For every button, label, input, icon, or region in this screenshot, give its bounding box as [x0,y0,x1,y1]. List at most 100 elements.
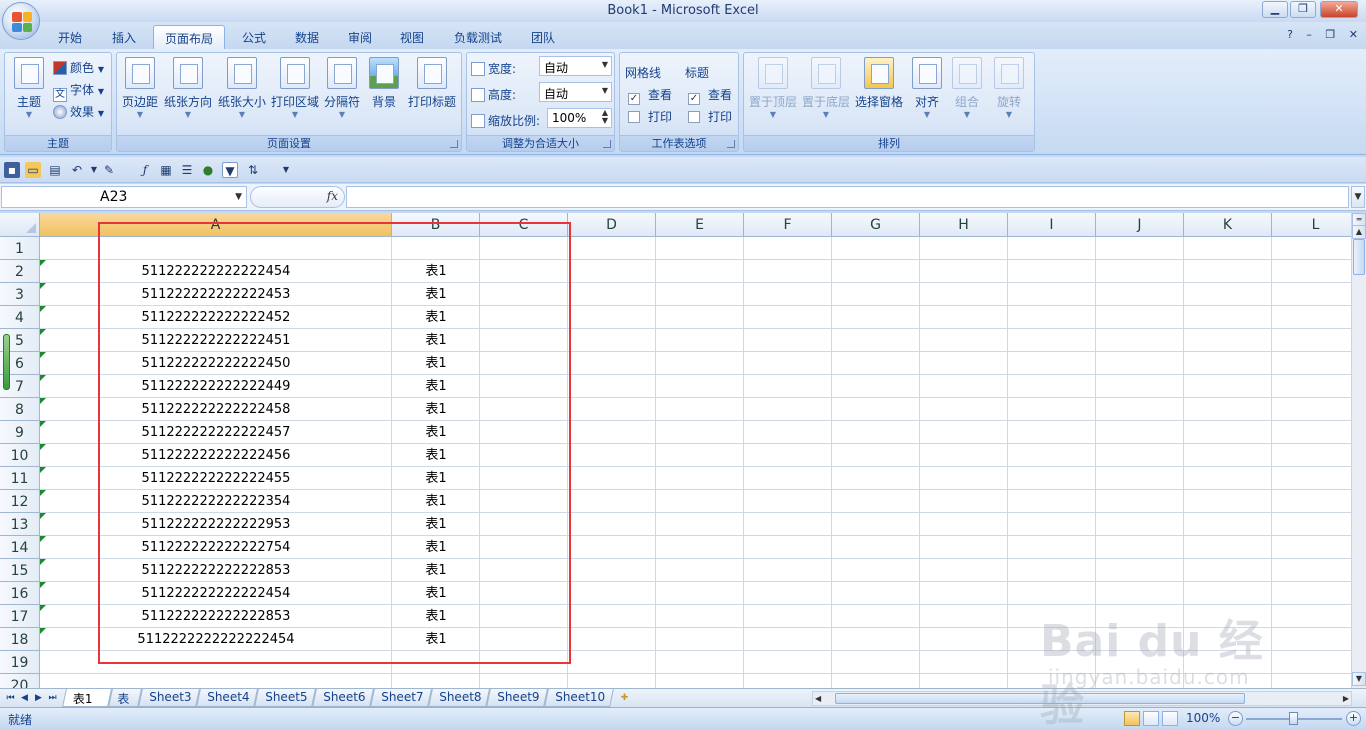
row-header[interactable]: 8 [0,398,40,421]
sheet-tab[interactable]: Sheet5 [254,689,316,707]
scroll-right-icon[interactable]: ▶ [1343,692,1349,705]
column-header-e[interactable]: E [656,213,744,237]
scroll-left-icon[interactable]: ◀ [815,692,821,705]
themes-button[interactable]: 主题 ▼ [9,57,49,119]
breaks-button[interactable]: 分隔符 ▼ [323,57,361,119]
tab-view[interactable]: 视图 [389,25,435,49]
cell-b5[interactable]: 表1 [392,329,480,352]
cell-b9[interactable]: 表1 [392,421,480,444]
cell-a19[interactable] [40,651,392,674]
row-header[interactable]: 3 [0,283,40,306]
cell-b13[interactable]: 表1 [392,513,480,536]
save-icon[interactable]: ▪ [4,162,20,178]
column-header-a[interactable]: A [40,213,392,237]
cell-a7[interactable]: 511222222222222449 [40,375,392,398]
cell-b17[interactable]: 表1 [392,605,480,628]
error-indicator-icon[interactable] [40,352,46,358]
close-button[interactable]: ✕ [1320,1,1358,18]
formula-input[interactable] [346,186,1349,208]
insert-function-icon[interactable]: fx [327,189,338,203]
print-preview-icon[interactable]: ▤ [47,162,63,178]
height-dropdown[interactable]: 自动 ▼ [539,82,612,102]
doc-restore-button[interactable]: ❐ [1325,28,1335,41]
cell-b3[interactable]: 表1 [392,283,480,306]
send-to-back-button[interactable]: 置于底层 ▼ [801,57,851,119]
tab-team[interactable]: 团队 [520,25,566,49]
vertical-scrollbar[interactable]: ═ ▲ ▼ [1351,213,1366,688]
row-header[interactable]: 10 [0,444,40,467]
row-header[interactable]: 18 [0,628,40,651]
format-painter-icon[interactable]: ✎ [101,162,117,178]
group-button[interactable]: 组合 ▼ [950,57,984,119]
column-header-b[interactable]: B [392,213,480,237]
tab-review[interactable]: 审阅 [337,25,383,49]
row-header[interactable]: 13 [0,513,40,536]
undo-icon[interactable]: ↶ [69,162,85,178]
sheet-options-launcher-icon[interactable] [727,140,735,148]
cell-a1[interactable] [40,237,392,260]
gridlines-print-checkbox[interactable]: 打印 [628,108,672,125]
cell-a10[interactable]: 511222222222222456 [40,444,392,467]
cell-a2[interactable]: 511222222222222454 [40,260,392,283]
cell-a14[interactable]: 511222222222222754 [40,536,392,559]
column-header-c[interactable]: C [480,213,568,237]
cell-a20[interactable] [40,674,392,688]
cell-a18[interactable]: 5112222222222222454 [40,628,392,651]
cell-b7[interactable]: 表1 [392,375,480,398]
error-indicator-icon[interactable] [40,444,46,450]
row-header[interactable]: 12 [0,490,40,513]
row-header[interactable]: 20 [0,674,40,688]
tab-data[interactable]: 数据 [284,25,330,49]
zoom-in-icon[interactable]: + [1346,711,1361,726]
print-area-button[interactable]: 打印区域 ▼ [270,57,320,119]
sheet-tab[interactable]: Sheet3 [138,689,200,707]
web-icon[interactable]: ● [200,162,216,178]
column-header-h[interactable]: H [920,213,1008,237]
zoom-slider-thumb[interactable] [1289,712,1298,725]
column-header-k[interactable]: K [1184,213,1272,237]
error-indicator-icon[interactable] [40,398,46,404]
tab-home[interactable]: 开始 [47,25,93,49]
error-indicator-icon[interactable] [40,513,46,519]
name-box[interactable]: A23 ▼ [1,186,247,208]
error-indicator-icon[interactable] [40,582,46,588]
gridlines-view-checkbox[interactable]: ✓ 查看 [628,86,672,105]
row-header[interactable]: 1 [0,237,40,260]
page-break-view-icon[interactable] [1162,711,1178,726]
column-header-l[interactable]: L [1272,213,1351,237]
cell-b11[interactable]: 表1 [392,467,480,490]
error-indicator-icon[interactable] [40,329,46,335]
orientation-button[interactable]: 纸张方向 ▼ [163,57,213,119]
cell-b15[interactable]: 表1 [392,559,480,582]
sheet-tab[interactable]: 表1 [62,689,112,707]
expand-formula-bar-icon[interactable]: ▼ [1351,186,1365,208]
row-header[interactable]: 9 [0,421,40,444]
cell-b18[interactable]: 表1 [392,628,480,651]
cell-a13[interactable]: 511222222222222953 [40,513,392,536]
normal-view-icon[interactable] [1124,711,1140,726]
row-header[interactable]: 4 [0,306,40,329]
theme-colors-button[interactable]: 颜色 ▼ [53,59,104,76]
row-header[interactable]: 11 [0,467,40,490]
sheet-tab[interactable]: Sheet7 [370,689,432,707]
cell-b10[interactable]: 表1 [392,444,480,467]
row-header[interactable]: 16 [0,582,40,605]
cell-b19[interactable] [392,651,480,674]
cell-a11[interactable]: 511222222222222455 [40,467,392,490]
zoom-out-icon[interactable]: − [1228,711,1243,726]
function-icon[interactable]: ƒ [137,162,153,178]
cell-a6[interactable]: 511222222222222450 [40,352,392,375]
cell-b16[interactable]: 表1 [392,582,480,605]
scroll-down-icon[interactable]: ▼ [1352,672,1366,686]
cell-a12[interactable]: 511222222222222354 [40,490,392,513]
select-all-corner[interactable] [0,213,40,237]
spreadsheet-grid[interactable]: ABCDEFGHIJKL 1 2 3 4 5 6 7 8 9 10 11 12 13 14 15 16 17 18… [0,213,1351,688]
cell-a9[interactable]: 511222222222222457 [40,421,392,444]
open-folder-icon[interactable]: ▭ [25,162,41,178]
paper-size-button[interactable]: 纸张大小 ▼ [217,57,267,119]
align-button[interactable]: 对齐 ▼ [910,57,944,119]
zoom-level[interactable]: 100% [1186,711,1220,725]
cell-b12[interactable]: 表1 [392,490,480,513]
sheet-tab[interactable]: Sheet10 [544,689,614,707]
width-dropdown[interactable]: 自动 ▼ [539,56,612,76]
